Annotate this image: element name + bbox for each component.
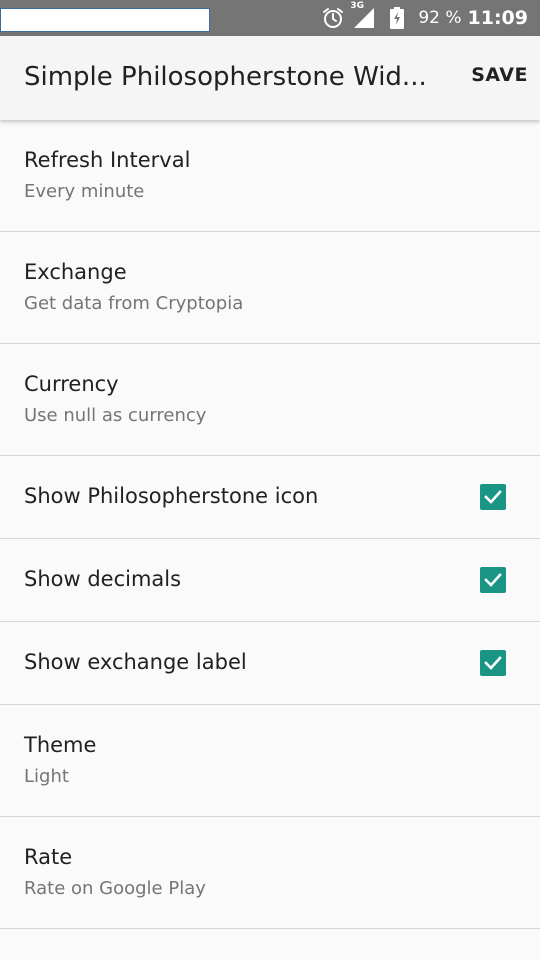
pref-title: Refresh Interval [24, 148, 191, 172]
show-exchange-label-checkbox[interactable] [480, 650, 506, 676]
pref-title: Show exchange label [24, 650, 247, 674]
save-button[interactable]: SAVE [471, 64, 528, 86]
app-bar: Simple Philosopherstone Wid... SAVE [0, 36, 540, 120]
clock: 11:09 [467, 7, 528, 29]
pref-summary: Light [24, 766, 69, 787]
pref-title: Exchange [24, 260, 127, 284]
pref-title: Show Philosopherstone icon [24, 484, 319, 508]
pref-rate[interactable]: Rate Rate on Google Play [0, 817, 540, 929]
pref-refresh-interval[interactable]: Refresh Interval Every minute [0, 120, 540, 232]
notification-placeholder [0, 8, 210, 32]
pref-summary: Every minute [24, 181, 145, 202]
pref-title: Rate [24, 845, 73, 869]
check-icon [484, 490, 502, 504]
status-bar: 3G 92 % 11:09 [0, 0, 540, 36]
network-type-label: 3G [350, 1, 364, 11]
pref-theme[interactable]: Theme Light [0, 705, 540, 817]
pref-title: Currency [24, 372, 119, 396]
pref-currency[interactable]: Currency Use null as currency [0, 344, 540, 456]
show-decimals-checkbox[interactable] [480, 567, 506, 593]
pref-summary: Get data from Cryptopia [24, 293, 244, 314]
check-icon [484, 656, 502, 670]
show-icon-checkbox[interactable] [480, 484, 506, 510]
pref-summary: Rate on Google Play [24, 878, 206, 899]
page-title: Simple Philosopherstone Wid... [24, 62, 427, 92]
signal-icon: 3G [350, 1, 376, 29]
alarm-icon [322, 7, 344, 29]
pref-show-exchange-label[interactable]: Show exchange label [0, 622, 540, 705]
battery-charging-icon [390, 7, 405, 29]
pref-title: Theme [24, 733, 97, 757]
pref-show-icon[interactable]: Show Philosopherstone icon [0, 456, 540, 539]
pref-show-decimals[interactable]: Show decimals [0, 539, 540, 622]
preferences-list: Refresh Interval Every minute Exchange G… [0, 120, 540, 929]
battery-percent: 92 % [418, 8, 462, 28]
pref-exchange[interactable]: Exchange Get data from Cryptopia [0, 232, 540, 344]
pref-summary: Use null as currency [24, 405, 207, 426]
status-icons: 3G 92 % 11:09 [322, 0, 528, 36]
check-icon [484, 573, 502, 587]
pref-title: Show decimals [24, 567, 182, 591]
